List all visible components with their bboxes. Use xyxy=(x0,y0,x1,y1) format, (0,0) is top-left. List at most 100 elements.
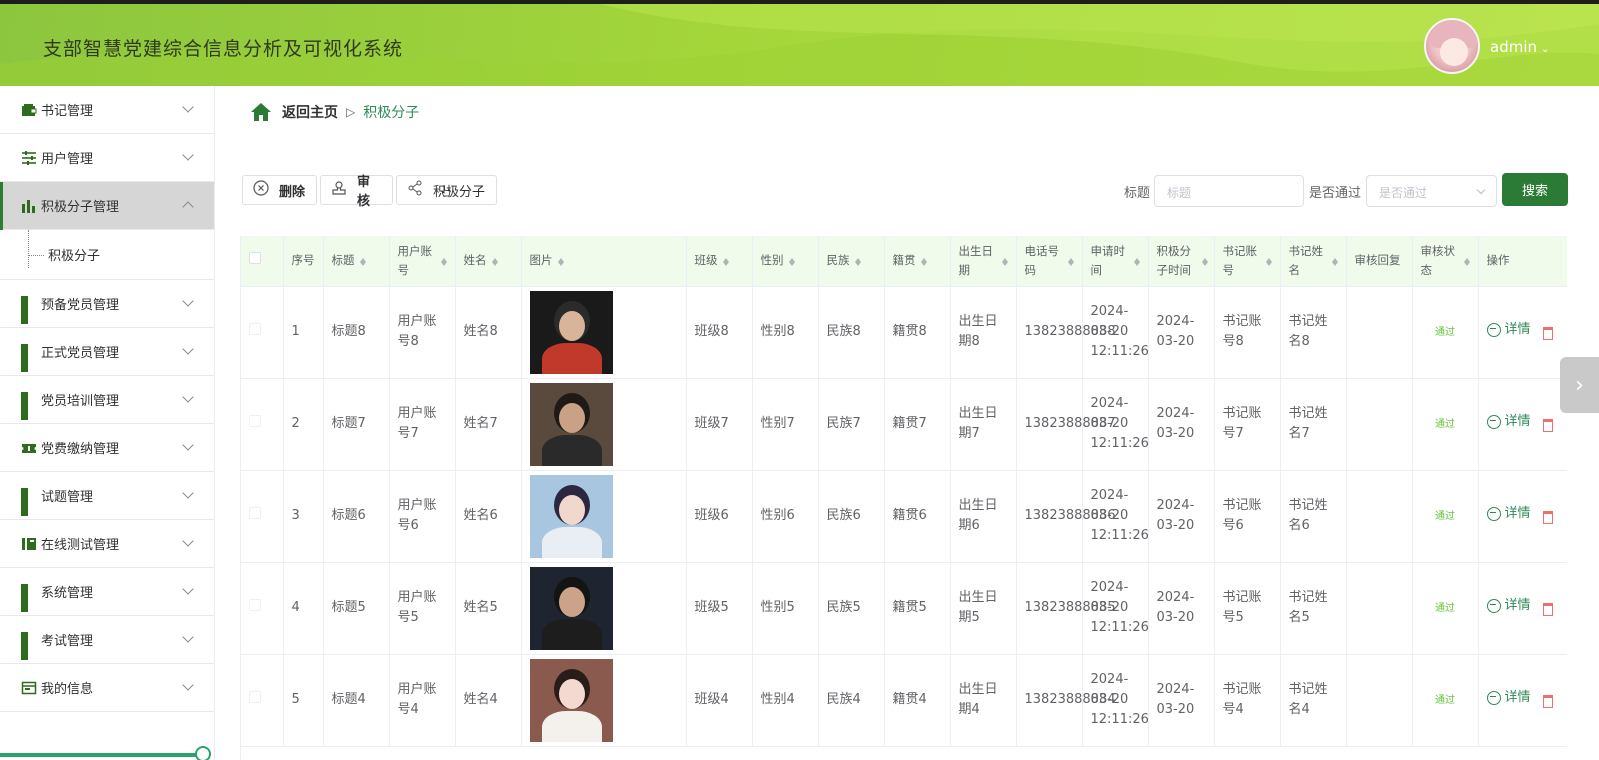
trash-icon[interactable] xyxy=(1542,419,1553,432)
sort-icon[interactable] xyxy=(1463,255,1470,267)
row-select-cell[interactable] xyxy=(241,562,284,655)
select-all-cell[interactable] xyxy=(241,236,284,287)
table-row[interactable]: 1 标题8 用户账号8 姓名8 班级8 性别8 民族8 籍贯8 出生日期8 13… xyxy=(241,286,1567,379)
user-menu[interactable]: admin ⌄ xyxy=(1490,38,1549,56)
column-header[interactable]: 用户账号 xyxy=(389,236,456,287)
cell-image[interactable] xyxy=(521,654,687,747)
table-row[interactable]: 4 标题5 用户账号5 姓名5 班级5 性别5 民族5 籍贯5 出生日期5 13… xyxy=(241,562,1567,655)
sidebar-item-training[interactable]: 党员培训管理 xyxy=(0,376,214,424)
column-header[interactable]: 申请时间 xyxy=(1082,236,1149,287)
sort-icon[interactable] xyxy=(1133,255,1140,267)
trash-icon[interactable] xyxy=(1542,511,1553,524)
column-header[interactable]: 籍贯 xyxy=(884,236,951,287)
user-avatar[interactable] xyxy=(1424,18,1480,74)
sort-icon[interactable] xyxy=(359,255,367,267)
user-name: admin xyxy=(1490,38,1537,56)
sort-icon[interactable] xyxy=(1067,255,1074,267)
detail-button[interactable]: 详情 xyxy=(1486,504,1531,524)
table-row[interactable]: 2 标题7 用户账号7 姓名7 班级7 性别7 民族7 籍贯7 出生日期7 13… xyxy=(241,378,1567,471)
pass-status-select[interactable]: 是否通过 xyxy=(1366,175,1497,207)
sort-icon[interactable] xyxy=(854,255,862,267)
sort-icon[interactable] xyxy=(1201,255,1208,267)
sidebar-scrollbar[interactable] xyxy=(0,753,205,757)
cell-actions: 详情 xyxy=(1478,562,1567,655)
sort-icon[interactable] xyxy=(557,255,565,267)
title-search-input[interactable]: 标题 xyxy=(1154,175,1304,207)
cell-image[interactable] xyxy=(521,286,687,379)
sidebar-item-system[interactable]: 系统管理 xyxy=(0,568,214,616)
row-checkbox[interactable] xyxy=(249,323,261,335)
table-row[interactable]: 5 标题4 用户账号4 姓名4 班级4 性别4 民族4 籍贯4 出生日期4 13… xyxy=(241,654,1567,747)
row-select-cell[interactable] xyxy=(241,286,284,379)
trash-icon[interactable] xyxy=(1542,695,1553,708)
sidebar-item-probationary[interactable]: 预备党员管理 xyxy=(0,280,214,328)
side-panel-toggle[interactable]: › xyxy=(1560,357,1599,413)
sidebar-scroll-handle[interactable] xyxy=(195,746,211,760)
search-button[interactable]: 搜索 xyxy=(1502,173,1568,206)
sort-icon[interactable] xyxy=(440,255,447,267)
row-checkbox[interactable] xyxy=(249,415,261,427)
delete-button[interactable]: 删除 xyxy=(242,175,317,205)
column-header[interactable]: 性别 xyxy=(752,236,819,287)
sort-icon[interactable] xyxy=(788,255,796,267)
sort-icon[interactable] xyxy=(1331,255,1338,267)
breadcrumb-home[interactable]: 返回主页 xyxy=(282,102,338,122)
column-header[interactable]: 积极分子时间 xyxy=(1148,236,1215,287)
cell-image[interactable] xyxy=(521,470,687,563)
column-header[interactable]: 标题 xyxy=(323,236,390,287)
column-header[interactable]: 审核状态 xyxy=(1412,236,1479,287)
detail-button[interactable]: 详情 xyxy=(1486,688,1531,708)
sort-icon[interactable] xyxy=(920,255,928,267)
cell-image[interactable] xyxy=(521,378,687,471)
sidebar-item-secretary[interactable]: 书记管理 xyxy=(0,86,214,134)
profile-photo[interactable] xyxy=(529,290,613,374)
sidebar-item-activist[interactable]: 积极分子管理 xyxy=(0,182,214,230)
home-icon[interactable] xyxy=(250,102,272,122)
sort-icon[interactable] xyxy=(491,255,499,267)
row-select-cell[interactable] xyxy=(241,378,284,471)
profile-photo[interactable] xyxy=(529,474,613,558)
row-checkbox[interactable] xyxy=(249,691,261,703)
detail-button[interactable]: 详情 xyxy=(1486,596,1531,616)
column-header[interactable]: 出生日期 xyxy=(950,236,1017,287)
row-checkbox[interactable] xyxy=(249,507,261,519)
cell-image[interactable] xyxy=(521,562,687,655)
sidebar-item-online-test[interactable]: 在线测试管理 xyxy=(0,520,214,568)
sidebar-item-users[interactable]: 用户管理 xyxy=(0,134,214,182)
detail-button[interactable]: 详情 xyxy=(1486,320,1531,340)
column-header[interactable]: 图片 xyxy=(521,236,687,287)
row-select-cell[interactable] xyxy=(241,654,284,747)
trash-icon[interactable] xyxy=(1542,603,1553,616)
column-header[interactable]: 班级 xyxy=(686,236,753,287)
sort-icon[interactable] xyxy=(722,255,730,267)
trash-icon[interactable] xyxy=(1542,327,1553,340)
column-header[interactable]: 书记账号 xyxy=(1214,236,1281,287)
cell-title: 标题7 xyxy=(323,378,390,471)
sidebar-item-fees[interactable]: 党费缴纳管理 xyxy=(0,424,214,472)
profile-photo[interactable] xyxy=(529,658,613,742)
sidebar-item-exam[interactable]: 考试管理 xyxy=(0,616,214,664)
sidebar-item-questions[interactable]: 试题管理 xyxy=(0,472,214,520)
column-header[interactable]: 民族 xyxy=(818,236,885,287)
profile-photo[interactable] xyxy=(529,382,613,466)
table-row[interactable]: 3 标题6 用户账号6 姓名6 班级6 性别6 民族6 籍贯6 出生日期6 13… xyxy=(241,470,1567,563)
sidebar-item-full-member[interactable]: 正式党员管理 xyxy=(0,328,214,376)
sidebar-item-my-info[interactable]: 我的信息 xyxy=(0,664,214,712)
detail-button[interactable]: 详情 xyxy=(1486,412,1531,432)
cell-actions: 详情 xyxy=(1478,470,1567,563)
profile-photo[interactable] xyxy=(529,566,613,650)
column-header[interactable]: 电话号码 xyxy=(1016,236,1083,287)
row-select-cell[interactable] xyxy=(241,470,284,563)
sort-icon[interactable] xyxy=(1001,255,1008,267)
column-header[interactable]: 书记姓名 xyxy=(1280,236,1347,287)
row-checkbox[interactable] xyxy=(249,599,261,611)
wallet-icon xyxy=(21,102,37,118)
sort-icon[interactable] xyxy=(1265,255,1272,267)
sidebar-subitem-activist[interactable]: 积极分子 xyxy=(0,230,214,280)
sidebar-item-label: 系统管理 xyxy=(41,586,94,601)
column-header[interactable]: 姓名 xyxy=(455,236,522,287)
select-all-checkbox[interactable] xyxy=(249,252,261,265)
column-header[interactable]: 审核回复 xyxy=(1346,236,1413,287)
audit-button[interactable]: 审核 xyxy=(320,175,393,209)
column-header[interactable]: 序号 xyxy=(283,236,324,287)
